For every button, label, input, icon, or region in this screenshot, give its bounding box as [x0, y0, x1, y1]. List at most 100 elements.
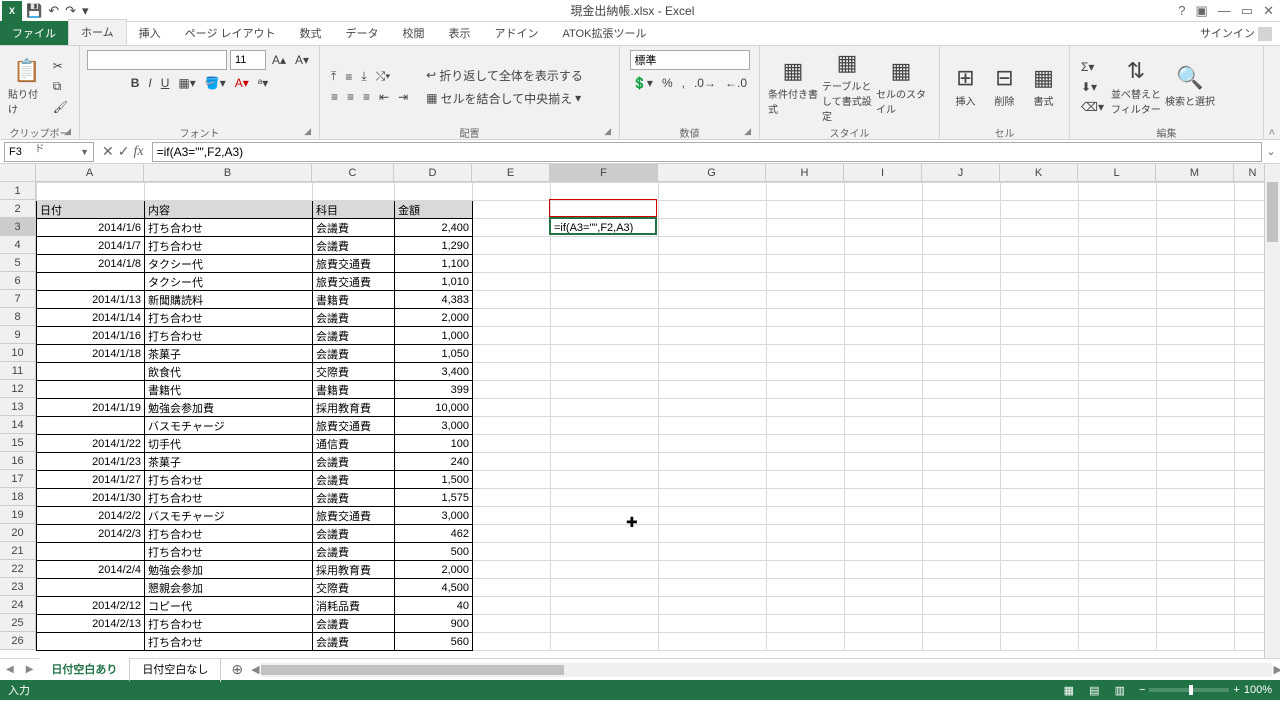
cell-M6[interactable] — [1157, 273, 1235, 291]
cell-B19[interactable]: バスモチャージ — [145, 507, 313, 525]
cell-A11[interactable] — [37, 363, 145, 381]
cell-F23[interactable] — [551, 579, 659, 597]
sheet-nav-prev[interactable]: ◀ — [0, 664, 20, 675]
cell-C23[interactable]: 交際費 — [313, 579, 395, 597]
col-header-B[interactable]: B — [144, 164, 312, 182]
maximize-button[interactable]: ▭ — [1239, 3, 1255, 19]
align-bottom-button[interactable]: ⤓ — [358, 67, 369, 86]
cell-C24[interactable]: 消耗品費 — [313, 597, 395, 615]
cell-C26[interactable]: 会議費 — [313, 633, 395, 651]
align-center-button[interactable]: ≡ — [344, 88, 357, 106]
font-name-select[interactable] — [87, 50, 227, 70]
delete-cells-button[interactable]: ⊟削除 — [987, 54, 1022, 120]
cell-E5[interactable] — [473, 255, 551, 273]
cell-F5[interactable] — [551, 255, 659, 273]
cell-C6[interactable]: 旅費交通費 — [313, 273, 395, 291]
tab-表示[interactable]: 表示 — [437, 21, 483, 45]
cell-K13[interactable] — [1001, 399, 1079, 417]
underline-button[interactable]: U — [158, 74, 173, 92]
cell-C2[interactable]: 科目 — [313, 201, 395, 219]
row-header-1[interactable]: 1 — [0, 182, 36, 200]
cell-B9[interactable]: 打ち合わせ — [145, 327, 313, 345]
cell-B4[interactable]: 打ち合わせ — [145, 237, 313, 255]
cell-C4[interactable]: 会議費 — [313, 237, 395, 255]
cell-A23[interactable] — [37, 579, 145, 597]
cell-E19[interactable] — [473, 507, 551, 525]
cell-M4[interactable] — [1157, 237, 1235, 255]
cell-J5[interactable] — [923, 255, 1001, 273]
zoom-in-button[interactable]: + — [1233, 684, 1239, 696]
cell-A19[interactable]: 2014/2/2 — [37, 507, 145, 525]
save-button[interactable]: 💾 — [26, 3, 42, 19]
cell-C19[interactable]: 旅費交通費 — [313, 507, 395, 525]
signin-link[interactable]: サインイン — [1192, 21, 1280, 45]
cell-I20[interactable] — [845, 525, 923, 543]
vertical-scrollbar[interactable] — [1264, 164, 1280, 658]
row-header-21[interactable]: 21 — [0, 542, 36, 560]
cell-C14[interactable]: 旅費交通費 — [313, 417, 395, 435]
cell-L13[interactable] — [1079, 399, 1157, 417]
cell-F16[interactable] — [551, 453, 659, 471]
cell-G1[interactable] — [659, 183, 767, 201]
cell-D11[interactable]: 3,400 — [395, 363, 473, 381]
cell-K19[interactable] — [1001, 507, 1079, 525]
cell-C16[interactable]: 会議費 — [313, 453, 395, 471]
cell-H5[interactable] — [767, 255, 845, 273]
cell-B3[interactable]: 打ち合わせ — [145, 219, 313, 237]
find-select-button[interactable]: 🔍検索と選択 — [1165, 54, 1215, 120]
collapse-ribbon-button[interactable]: ˄ — [1264, 46, 1280, 139]
cell-K25[interactable] — [1001, 615, 1079, 633]
cell-B25[interactable]: 打ち合わせ — [145, 615, 313, 633]
wrap-text-button[interactable]: ↩折り返して全体を表示する — [423, 65, 586, 86]
col-header-A[interactable]: A — [36, 164, 144, 182]
row-header-2[interactable]: 2 — [0, 200, 36, 218]
cell-E1[interactable] — [473, 183, 551, 201]
cell-M25[interactable] — [1157, 615, 1235, 633]
cell-H17[interactable] — [767, 471, 845, 489]
row-header-13[interactable]: 13 — [0, 398, 36, 416]
cell-D13[interactable]: 10,000 — [395, 399, 473, 417]
cell-E18[interactable] — [473, 489, 551, 507]
cell-A20[interactable]: 2014/2/3 — [37, 525, 145, 543]
cell-M3[interactable] — [1157, 219, 1235, 237]
cell-H1[interactable] — [767, 183, 845, 201]
cell-J16[interactable] — [923, 453, 1001, 471]
cell-A10[interactable]: 2014/1/18 — [37, 345, 145, 363]
cell-B6[interactable]: タクシー代 — [145, 273, 313, 291]
cell-M11[interactable] — [1157, 363, 1235, 381]
cell-F12[interactable] — [551, 381, 659, 399]
cell-B23[interactable]: 懇親会参加 — [145, 579, 313, 597]
cell-M24[interactable] — [1157, 597, 1235, 615]
dialog-launcher-icon[interactable]: ◢ — [604, 126, 611, 137]
cell-E17[interactable] — [473, 471, 551, 489]
paste-button[interactable]: 📋貼り付け — [8, 54, 46, 120]
cell-A25[interactable]: 2014/2/13 — [37, 615, 145, 633]
scrollbar-thumb[interactable] — [261, 665, 564, 675]
cell-L6[interactable] — [1079, 273, 1157, 291]
cell-B16[interactable]: 茶菓子 — [145, 453, 313, 471]
fill-color-button[interactable]: 🪣▾ — [202, 74, 229, 92]
cell-D6[interactable]: 1,010 — [395, 273, 473, 291]
cell-grid[interactable]: 日付内容科目金額2014/1/6打ち合わせ会議費2,400=if(A3="",F… — [36, 182, 1273, 651]
sheet-nav-next[interactable]: ▶ — [20, 664, 40, 675]
cell-J26[interactable] — [923, 633, 1001, 651]
cell-I19[interactable] — [845, 507, 923, 525]
cell-I26[interactable] — [845, 633, 923, 651]
page-break-view-button[interactable]: ▥ — [1109, 685, 1131, 697]
sheet-tab-0[interactable]: 日付空白あり — [39, 658, 130, 682]
cell-B5[interactable]: タクシー代 — [145, 255, 313, 273]
cell-B21[interactable]: 打ち合わせ — [145, 543, 313, 561]
tab-ホーム[interactable]: ホーム — [68, 19, 127, 45]
cell-K16[interactable] — [1001, 453, 1079, 471]
row-header-11[interactable]: 11 — [0, 362, 36, 380]
cell-A22[interactable]: 2014/2/4 — [37, 561, 145, 579]
cell-J19[interactable] — [923, 507, 1001, 525]
normal-view-button[interactable]: ▦ — [1058, 685, 1080, 697]
align-middle-button[interactable]: ≡ — [342, 68, 355, 86]
cell-E6[interactable] — [473, 273, 551, 291]
enter-formula-button[interactable]: ✓ — [118, 143, 130, 160]
cell-D23[interactable]: 4,500 — [395, 579, 473, 597]
comma-button[interactable]: , — [679, 74, 688, 92]
cell-K26[interactable] — [1001, 633, 1079, 651]
cell-M12[interactable] — [1157, 381, 1235, 399]
